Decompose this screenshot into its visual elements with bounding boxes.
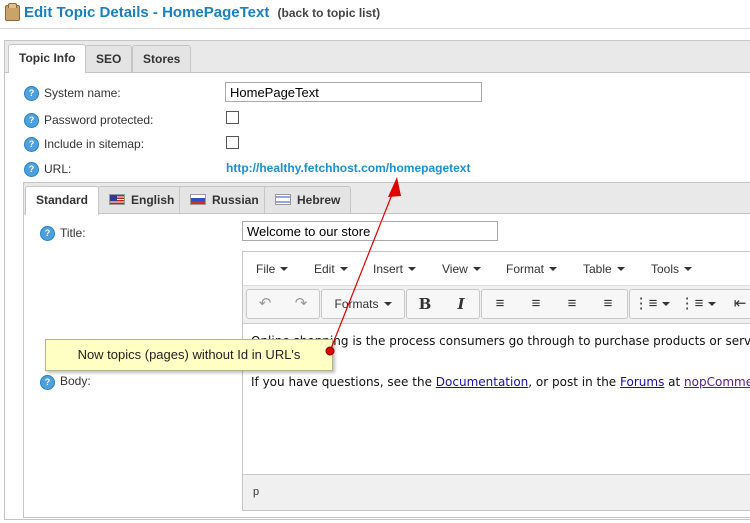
arrow-line	[329, 191, 394, 352]
annotation-arrow	[325, 177, 401, 356]
arrow-head	[388, 177, 401, 197]
arrow-tail-dot	[325, 346, 335, 356]
